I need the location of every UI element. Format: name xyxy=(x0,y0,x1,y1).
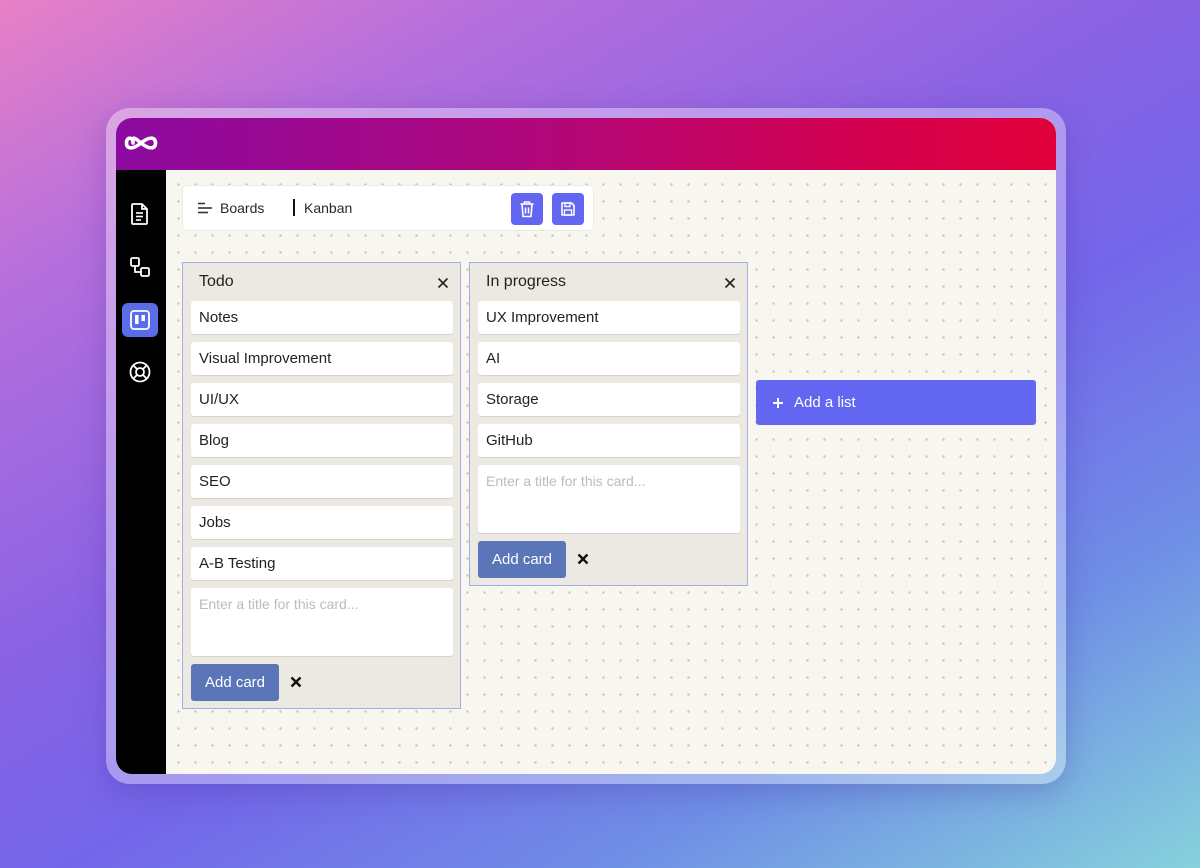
menu-lines-icon[interactable] xyxy=(197,202,213,214)
app-window: Boards Kanban Todo Notes Visual Improvem… xyxy=(116,118,1056,774)
card[interactable]: SEO xyxy=(191,465,453,498)
infinity-icon[interactable] xyxy=(124,129,158,157)
close-list-button[interactable] xyxy=(721,274,739,292)
plus-icon xyxy=(773,397,783,408)
close-icon xyxy=(577,553,589,565)
card[interactable]: GitHub xyxy=(478,424,740,457)
card[interactable]: A-B Testing xyxy=(191,547,453,580)
sidebar-item-help[interactable] xyxy=(122,355,158,389)
cancel-add-card-button[interactable] xyxy=(286,672,306,692)
board-canvas: Boards Kanban Todo Notes Visual Improvem… xyxy=(166,170,1056,774)
add-card-button[interactable]: Add card xyxy=(191,664,279,701)
add-card-button[interactable]: Add card xyxy=(478,541,566,578)
new-card-title-input[interactable] xyxy=(191,588,453,656)
card[interactable]: Jobs xyxy=(191,506,453,539)
app-window-frame: Boards Kanban Todo Notes Visual Improvem… xyxy=(106,108,1066,784)
card[interactable]: UI/UX xyxy=(191,383,453,416)
card[interactable]: Blog xyxy=(191,424,453,457)
cancel-add-card-button[interactable] xyxy=(573,549,593,569)
document-icon xyxy=(131,203,148,225)
list-title[interactable]: In progress xyxy=(486,273,566,291)
breadcrumb-kanban[interactable]: Kanban xyxy=(304,200,352,216)
card[interactable]: AI xyxy=(478,342,740,375)
list-title[interactable]: Todo xyxy=(199,273,234,291)
close-icon xyxy=(437,277,449,289)
delete-board-button[interactable] xyxy=(511,193,543,225)
close-list-button[interactable] xyxy=(434,274,452,292)
card[interactable]: Visual Improvement xyxy=(191,342,453,375)
close-icon xyxy=(724,277,736,289)
list-in-progress: In progress UX Improvement AI Storage Gi… xyxy=(469,262,748,586)
flow-icon xyxy=(130,257,150,277)
sidebar-item-documents[interactable] xyxy=(122,197,158,231)
save-icon xyxy=(561,202,575,216)
new-card-title-input[interactable] xyxy=(478,465,740,533)
trash-icon xyxy=(520,201,534,218)
add-list-button[interactable]: Add a list xyxy=(756,380,1036,425)
board-toolbar: Boards Kanban xyxy=(182,185,594,231)
list-todo: Todo Notes Visual Improvement UI/UX Blog… xyxy=(182,262,461,709)
lifebuoy-icon xyxy=(129,361,151,383)
kanban-icon xyxy=(130,310,150,330)
card[interactable]: Storage xyxy=(478,383,740,416)
top-bar xyxy=(116,118,1056,170)
save-board-button[interactable] xyxy=(552,193,584,225)
sidebar-item-kanban[interactable] xyxy=(122,303,158,337)
breadcrumb-separator xyxy=(293,199,295,216)
card[interactable]: UX Improvement xyxy=(478,301,740,334)
close-icon xyxy=(290,676,302,688)
sidebar-item-flows[interactable] xyxy=(122,250,158,284)
sidebar xyxy=(116,170,166,774)
card[interactable]: Notes xyxy=(191,301,453,334)
breadcrumb-boards[interactable]: Boards xyxy=(220,200,264,216)
add-list-label: Add a list xyxy=(794,394,856,411)
